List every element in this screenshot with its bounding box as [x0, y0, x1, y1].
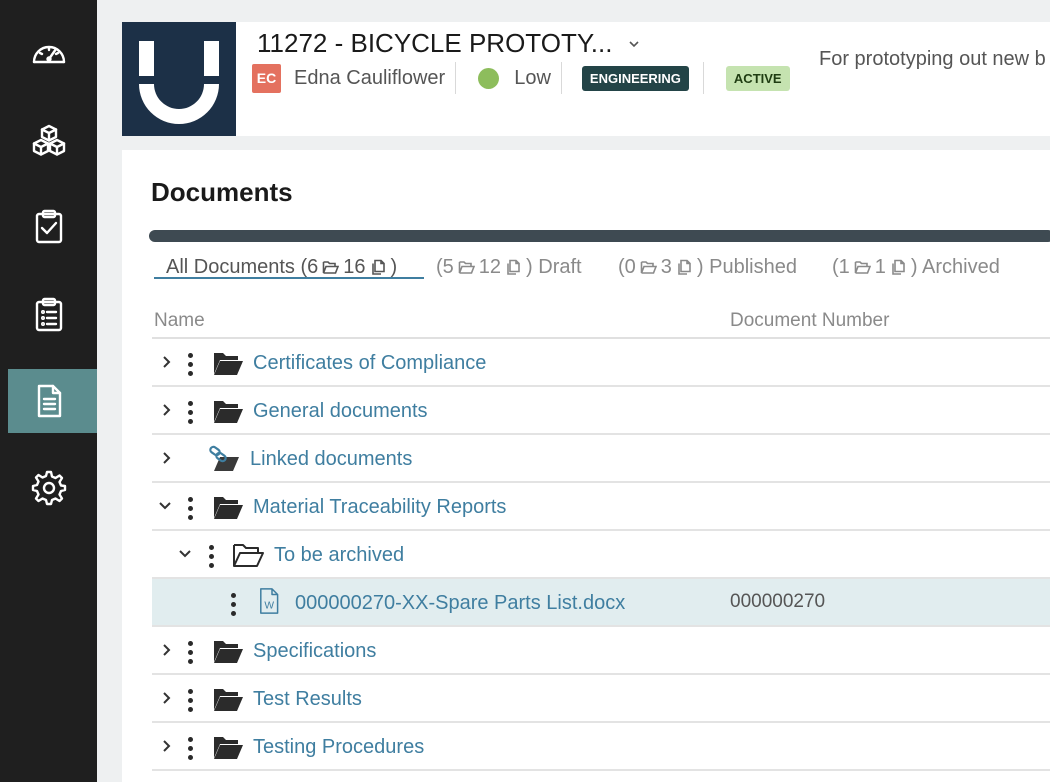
files-icon: [507, 259, 520, 275]
project-meta: EC Edna Cauliflower Low ENGINEERING ACTI…: [252, 62, 790, 94]
more-vertical-icon[interactable]: [188, 353, 194, 377]
sidebar-item-parts[interactable]: [0, 108, 97, 172]
department-badge: ENGINEERING: [581, 65, 689, 91]
sidebar: [0, 0, 97, 782]
folder-open-icon: [214, 497, 243, 519]
table-row[interactable]: Test Results: [152, 675, 1050, 723]
folder-name[interactable]: Specifications: [253, 640, 376, 663]
sidebar-item-checklists[interactable]: [0, 282, 97, 346]
page-title: Documents: [151, 177, 293, 207]
folder-open-icon: [214, 641, 243, 663]
folder-name[interactable]: Linked documents: [250, 448, 412, 471]
table-row[interactable]: Testing Procedures: [152, 723, 1050, 771]
folder-open-icon: [214, 737, 243, 759]
tab-active-indicator: [154, 277, 424, 279]
cubes-icon: [32, 124, 65, 156]
documents-panel: Documents All Documents ( 6 16 ) ( 5 12 …: [122, 150, 1050, 782]
document-icon: [37, 384, 61, 418]
table-row[interactable]: To be archived: [152, 531, 1050, 579]
table-row[interactable]: Certificates of Compliance: [152, 339, 1050, 387]
tab-draft[interactable]: ( 5 12 ) Draft: [436, 252, 582, 282]
chevron-right-icon[interactable]: [160, 355, 174, 369]
chevron-right-icon[interactable]: [160, 451, 174, 465]
chevron-right-icon[interactable]: [160, 643, 174, 657]
priority-dot-icon: [478, 67, 500, 89]
word-document-icon: W: [260, 588, 279, 614]
project-header: 11272 - BICYCLE PROTOTY... EC Edna Cauli…: [122, 22, 1050, 136]
avatar: EC: [252, 63, 281, 93]
divider: [455, 62, 457, 94]
column-header-document-number[interactable]: Document Number: [730, 310, 889, 332]
divider: [560, 62, 562, 94]
folder-open-icon: [854, 260, 871, 274]
table-row[interactable]: Specifications: [152, 627, 1050, 675]
sidebar-item-documents[interactable]: [8, 369, 97, 433]
files-icon: [371, 259, 385, 275]
table-row[interactable]: General documents: [152, 387, 1050, 435]
chevron-down-icon[interactable]: [158, 499, 172, 513]
column-header-name[interactable]: Name: [154, 310, 205, 332]
more-vertical-icon[interactable]: [188, 497, 194, 521]
table-row[interactable]: Material Traceability Reports: [152, 483, 1050, 531]
sidebar-item-settings[interactable]: [0, 456, 97, 520]
table-row[interactable]: W 000000270-XX-Spare Parts List.docx 000…: [152, 579, 1050, 627]
tab-published[interactable]: ( 0 3 ) Published: [618, 252, 797, 282]
more-vertical-icon[interactable]: [188, 737, 194, 761]
folder-name[interactable]: Material Traceability Reports: [253, 496, 506, 519]
owner-name: Edna Cauliflower: [294, 66, 446, 89]
folder-open-icon: [214, 401, 243, 423]
folder-open-icon: [214, 353, 243, 375]
folder-name[interactable]: Certificates of Compliance: [253, 352, 486, 375]
more-vertical-icon[interactable]: [188, 401, 194, 425]
linked-folder-icon: [209, 445, 239, 471]
clipboard-check-icon: [35, 209, 62, 244]
folder-name[interactable]: To be archived: [274, 544, 404, 567]
project-description: For prototyping out new b: [819, 48, 1046, 70]
tab-archived[interactable]: ( 1 1 ) Archived: [832, 252, 1000, 282]
logo-u-icon: [139, 41, 219, 124]
clipboard-list-icon: [35, 297, 62, 332]
chevron-right-icon[interactable]: [160, 691, 174, 705]
sidebar-item-dashboard[interactable]: [0, 22, 97, 86]
folder-open-outline-icon: [233, 544, 264, 567]
chevron-down-icon[interactable]: [628, 38, 640, 50]
progress-bar: [149, 230, 1050, 242]
divider: [702, 62, 704, 94]
files-icon: [892, 259, 905, 275]
folder-name[interactable]: Test Results: [253, 688, 362, 711]
dashboard-icon: [32, 45, 65, 64]
status-badge: ACTIVE: [725, 65, 790, 91]
svg-text:W: W: [264, 600, 274, 611]
table-row[interactable]: Linked documents: [152, 435, 1050, 483]
folder-name[interactable]: Testing Procedures: [253, 736, 424, 759]
files-icon: [678, 259, 691, 275]
chevron-down-icon[interactable]: [178, 547, 192, 561]
gear-icon: [31, 470, 66, 506]
file-name[interactable]: 000000270-XX-Spare Parts List.docx: [295, 592, 625, 615]
project-logo: [122, 22, 236, 136]
project-title[interactable]: 11272 - BICYCLE PROTOTY...: [257, 28, 640, 59]
more-vertical-icon[interactable]: [188, 641, 194, 665]
folder-open-icon: [640, 260, 657, 274]
more-vertical-icon[interactable]: [209, 545, 215, 569]
more-vertical-icon[interactable]: [188, 689, 194, 713]
folder-open-icon: [214, 689, 243, 711]
more-vertical-icon[interactable]: [231, 593, 237, 617]
folder-open-icon: [322, 260, 340, 274]
priority-label: Low: [514, 66, 551, 89]
chevron-right-icon[interactable]: [160, 403, 174, 417]
document-number: 000000270: [730, 591, 826, 612]
chevron-right-icon[interactable]: [160, 739, 174, 753]
folder-open-icon: [458, 260, 475, 274]
sidebar-item-tasks[interactable]: [0, 194, 97, 258]
folder-name[interactable]: General documents: [253, 400, 428, 423]
